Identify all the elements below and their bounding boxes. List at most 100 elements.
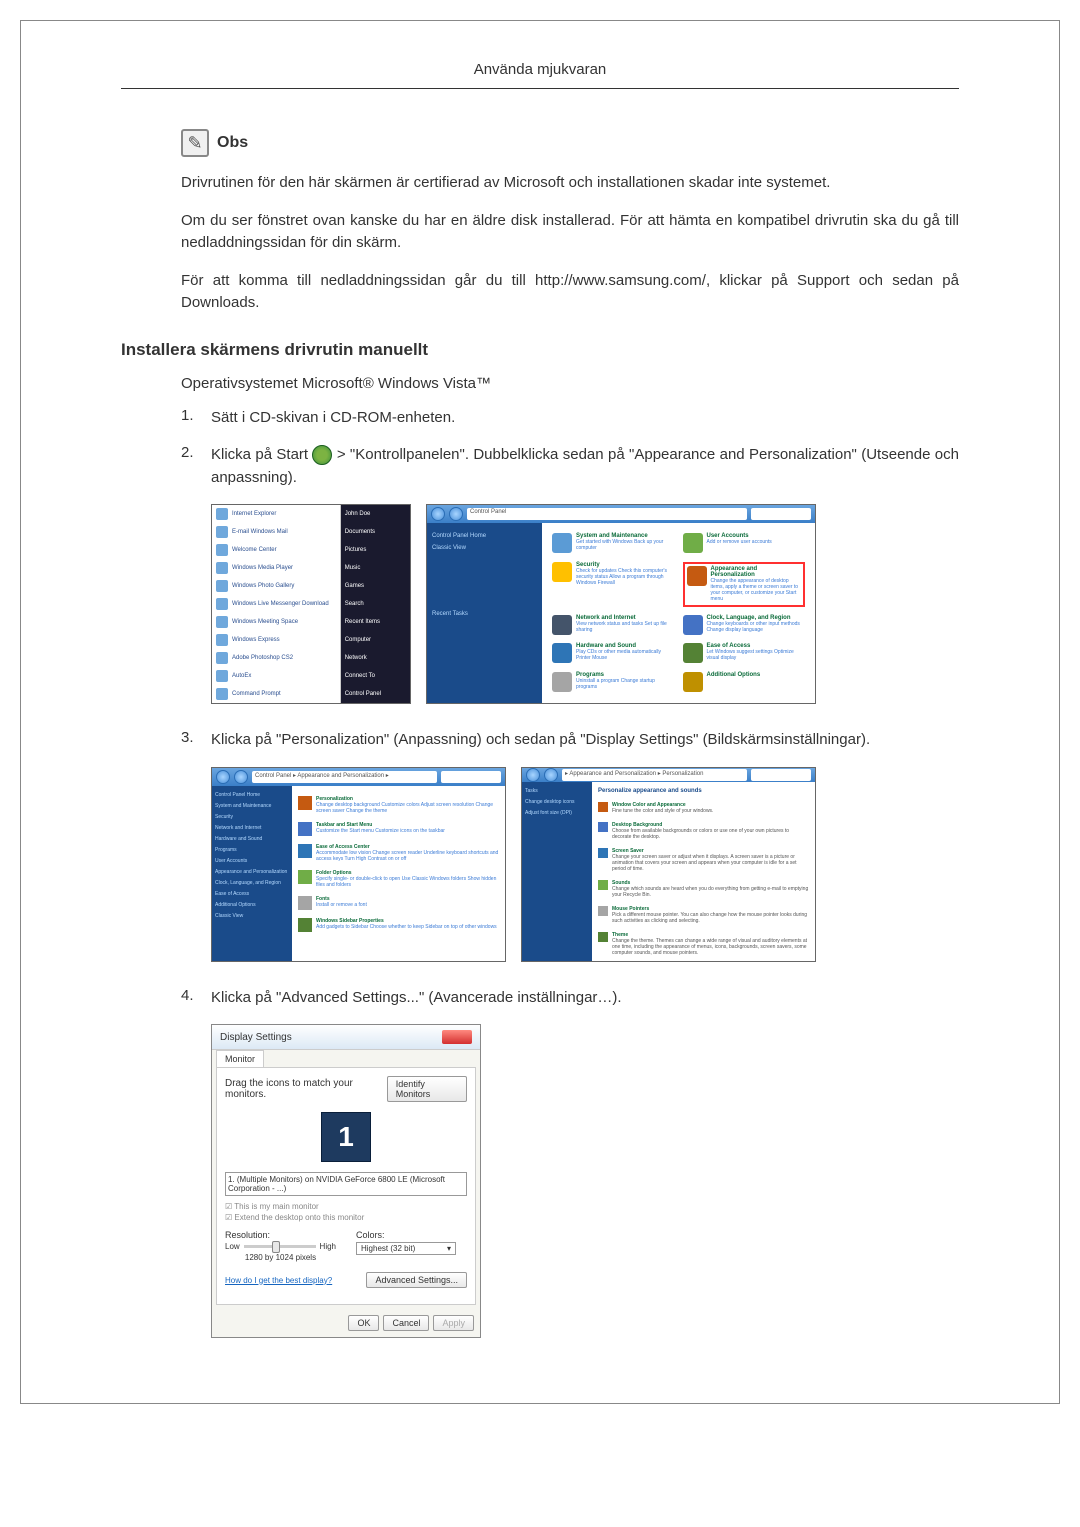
advanced-settings-button[interactable]: Advanced Settings...: [366, 1272, 467, 1288]
step-number: 4.: [181, 987, 211, 1010]
pers-item[interactable]: Windows Sidebar PropertiesAdd gadgets to…: [298, 914, 499, 936]
start-menu-item[interactable]: Windows Media Player: [212, 559, 340, 577]
start-right-item[interactable]: Documents: [341, 523, 410, 541]
start-menu-item[interactable]: Windows Meeting Space: [212, 613, 340, 631]
pers-sidebar-item[interactable]: Additional Options: [215, 902, 289, 908]
apply-button[interactable]: Apply: [433, 1315, 474, 1331]
pers-sidebar-item[interactable]: User Accounts: [215, 858, 289, 864]
forward-button[interactable]: [234, 770, 248, 784]
resolution-label: Resolution:: [225, 1230, 336, 1240]
start-menu-item[interactable]: E-mail Windows Mail: [212, 523, 340, 541]
cancel-button[interactable]: Cancel: [383, 1315, 429, 1331]
cp-item-ease[interactable]: Ease of AccessLet Windows suggest settin…: [683, 643, 806, 664]
pers-item[interactable]: FontsInstall or remove a font: [298, 892, 499, 914]
step-text: Klicka på Start > "Kontrollpanelen". Dub…: [211, 444, 959, 489]
pers-sidebar-item[interactable]: Control Panel Home: [215, 792, 289, 798]
pers-item[interactable]: Ease of Access CenterAccommodate low vis…: [298, 840, 499, 866]
extend-desktop-checkbox[interactable]: ☑ Extend the desktop onto this monitor: [225, 1213, 467, 1222]
ds-item[interactable]: Mouse PointersPick a different mouse poi…: [598, 902, 809, 928]
pers-sidebar-item[interactable]: Programs: [215, 847, 289, 853]
help-link[interactable]: How do I get the best display?: [225, 1276, 332, 1285]
obs-paragraph-1: Drivrutinen för den här skärmen är certi…: [181, 172, 959, 195]
start-menu-item[interactable]: Windows Live Messenger Download: [212, 595, 340, 613]
cp-recent-tasks: Recent Tasks: [432, 611, 537, 617]
cp-item-additional[interactable]: Additional Options: [683, 672, 806, 693]
start-menu-item[interactable]: AutoEx: [212, 667, 340, 685]
resolution-slider[interactable]: Low High: [225, 1242, 336, 1251]
start-menu-item[interactable]: Command Prompt: [212, 685, 340, 703]
start-menu-item[interactable]: Adobe Photoshop CS2: [212, 649, 340, 667]
close-button[interactable]: [442, 1030, 472, 1044]
pers-sidebar-item[interactable]: Security: [215, 814, 289, 820]
start-menu-item[interactable]: Windows Express: [212, 631, 340, 649]
pers-item[interactable]: Taskbar and Start MenuCustomize the Star…: [298, 818, 499, 840]
start-right-item[interactable]: Control Panel: [341, 685, 410, 703]
address-bar[interactable]: Control Panel: [467, 508, 747, 520]
search-box[interactable]: [441, 771, 501, 783]
start-menu-item[interactable]: Welcome Center: [212, 541, 340, 559]
cp-item-hardware[interactable]: Hardware and SoundPlay CDs or other medi…: [552, 643, 675, 664]
pers-sidebar-item[interactable]: Classic View: [215, 913, 289, 919]
start-right-item[interactable]: John Doe: [341, 505, 410, 523]
cp-item-clock[interactable]: Clock, Language, and RegionChange keyboa…: [683, 615, 806, 636]
pers-item[interactable]: Folder OptionsSpecify single- or double-…: [298, 866, 499, 892]
cp-item-users[interactable]: User AccountsAdd or remove user accounts: [683, 533, 806, 554]
ds-item[interactable]: SoundsChange which sounds are heard when…: [598, 876, 809, 902]
search-box[interactable]: [751, 769, 811, 781]
start-right-item[interactable]: Recent Items: [341, 613, 410, 631]
ds-item[interactable]: ThemeChange the theme. Themes can change…: [598, 928, 809, 960]
cp-item-network[interactable]: Network and InternetView network status …: [552, 615, 675, 636]
start-menu-item[interactable]: Windows Photo Gallery: [212, 577, 340, 595]
os-line: Operativsystemet Microsoft® Windows Vist…: [181, 375, 959, 392]
start-right-item[interactable]: Default Programs: [341, 703, 410, 704]
screenshot-display-settings-panel: ▸ Appearance and Personalization ▸ Perso…: [521, 767, 816, 962]
monitor-icon[interactable]: 1: [321, 1112, 371, 1162]
pers-sidebar-item[interactable]: Network and Internet: [215, 825, 289, 831]
cp-item-system[interactable]: System and MaintenanceGet started with W…: [552, 533, 675, 554]
step-number: 2.: [181, 444, 211, 489]
ds-item[interactable]: Screen SaverChange your screen saver or …: [598, 844, 809, 876]
pers-sidebar-item[interactable]: Hardware and Sound: [215, 836, 289, 842]
search-box[interactable]: [751, 508, 811, 520]
cp-item-appearance[interactable]: Appearance and PersonalizationChange the…: [683, 562, 806, 607]
address-bar[interactable]: Control Panel ▸ Appearance and Personali…: [252, 771, 437, 783]
pers-sidebar-item[interactable]: System and Maintenance: [215, 803, 289, 809]
back-button[interactable]: [526, 768, 540, 782]
ds-item[interactable]: Desktop BackgroundChoose from available …: [598, 818, 809, 844]
cp-sidebar-item[interactable]: Control Panel Home: [432, 533, 537, 539]
start-right-item[interactable]: Music: [341, 559, 410, 577]
start-right-item[interactable]: Pictures: [341, 541, 410, 559]
pers-sidebar-item[interactable]: Ease of Access: [215, 891, 289, 897]
ok-button[interactable]: OK: [348, 1315, 379, 1331]
cp-sidebar-item[interactable]: Classic View: [432, 545, 537, 551]
forward-button[interactable]: [449, 507, 463, 521]
ds-sidebar-item[interactable]: Change desktop icons: [525, 799, 589, 805]
pers-sidebar-item[interactable]: Appearance and Personalization: [215, 869, 289, 875]
monitor-tab[interactable]: Monitor: [216, 1050, 264, 1067]
ds-item[interactable]: Window Color and AppearanceFine tune the…: [598, 798, 809, 818]
start-right-item[interactable]: Games: [341, 577, 410, 595]
start-right-item[interactable]: Computer: [341, 631, 410, 649]
pers-item[interactable]: PersonalizationChange desktop background…: [298, 792, 499, 818]
start-menu-item[interactable]: Internet Explorer: [212, 505, 340, 523]
screenshot-control-panel: Control Panel Control Panel Home Classic…: [426, 504, 816, 704]
colors-combo[interactable]: Highest (32 bit)▾: [356, 1242, 456, 1255]
back-button[interactable]: [216, 770, 230, 784]
forward-button[interactable]: [544, 768, 558, 782]
identify-monitors-button[interactable]: Identify Monitors: [387, 1076, 467, 1102]
monitor-select[interactable]: 1. (Multiple Monitors) on NVIDIA GeForce…: [225, 1172, 467, 1196]
address-bar[interactable]: ▸ Appearance and Personalization ▸ Perso…: [562, 769, 747, 781]
ds-sidebar-item[interactable]: Tasks: [525, 788, 589, 794]
start-right-item[interactable]: Network: [341, 649, 410, 667]
step-text: Klicka på "Advanced Settings..." (Avance…: [211, 987, 959, 1010]
ds-item[interactable]: Display SettingsAdjust your monitor reso…: [598, 960, 809, 962]
ds-sidebar-item[interactable]: Adjust font size (DPI): [525, 810, 589, 816]
note-icon: ✎: [181, 129, 209, 157]
start-right-item[interactable]: Connect To: [341, 667, 410, 685]
cp-item-programs[interactable]: ProgramsUninstall a program Change start…: [552, 672, 675, 693]
cp-item-security[interactable]: SecurityCheck for updates Check this com…: [552, 562, 675, 607]
main-monitor-checkbox[interactable]: ☑ This is my main monitor: [225, 1202, 467, 1211]
start-right-item[interactable]: Search: [341, 595, 410, 613]
pers-sidebar-item[interactable]: Clock, Language, and Region: [215, 880, 289, 886]
back-button[interactable]: [431, 507, 445, 521]
